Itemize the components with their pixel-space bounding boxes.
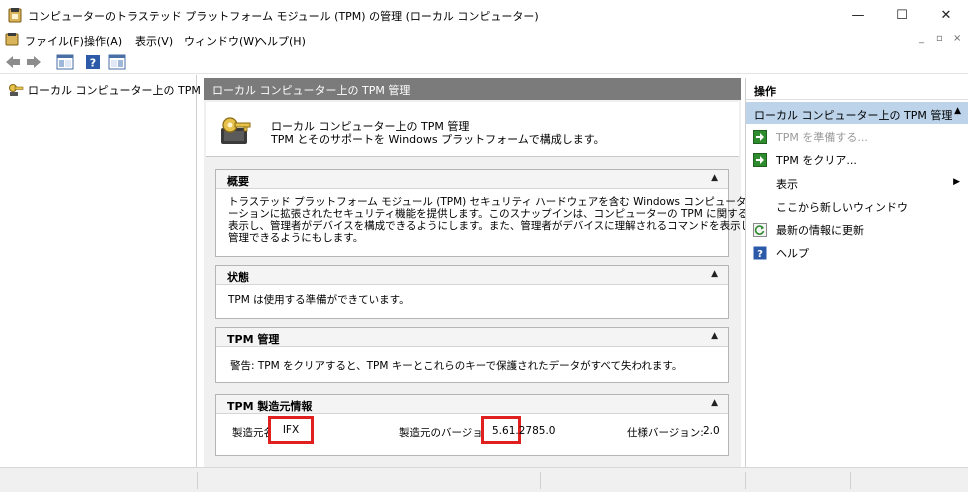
show-hide-action-pane-button[interactable]	[106, 53, 128, 71]
menu-file[interactable]: ファイル(F)	[25, 33, 84, 49]
tpm-management-title: TPM 管理	[227, 333, 280, 346]
action-label: 表示	[776, 178, 798, 191]
intro-panel: ローカル コンピューター上の TPM 管理 TPM とそのサポートを Windo…	[206, 102, 739, 157]
menu-bar: ファイル(F) 操作(A) 表示(V) ウィンドウ(W) ヘルプ(H) _ ▫ …	[0, 30, 968, 50]
tpm-key-icon	[9, 84, 24, 96]
collapse-icon[interactable]: ▲	[954, 106, 961, 116]
title-bar: コンピューターのトラステッド プラットフォーム モジュール (TPM) の管理 …	[0, 0, 968, 30]
overview-title: 概要	[227, 175, 249, 188]
tree-item-label: ローカル コンピューター上の TPM 管理	[28, 84, 227, 97]
minimize-icon: —	[851, 7, 865, 23]
toolbar: ?	[0, 50, 968, 74]
green-arrow-icon	[752, 152, 768, 168]
forward-button[interactable]	[25, 53, 43, 71]
green-arrow-icon	[752, 129, 768, 145]
action-clear-tpm[interactable]: TPM をクリア...	[752, 151, 964, 169]
tpm-clear-warning: 警告: TPM をクリアすると、TPM キーとこれらのキーで保護されたデータがす…	[230, 360, 683, 372]
action-label: ここから新しいウィンドウ	[776, 201, 908, 214]
show-hide-tree-button[interactable]	[54, 53, 76, 71]
action-label: TPM を準備する...	[776, 131, 868, 144]
close-icon: ✕	[940, 7, 952, 23]
minimize-button[interactable]: —	[836, 0, 880, 30]
manufacturer-section-header[interactable]: TPM 製造元情報 ▲	[216, 395, 728, 414]
help-toolbar-button[interactable]: ?	[84, 53, 102, 71]
actions-header: 操作	[746, 78, 968, 100]
results-pane: ローカル コンピューター上の TPM 管理 ローカル コンピューター上の TPM…	[204, 78, 809, 467]
overview-section: 概要 ▲ トラステッド プラットフォーム モジュール (TPM) セキュリティ …	[215, 169, 809, 257]
results-pane-body: ローカル コンピューター上の TPM 管理 TPM とそのサポートを Windo…	[204, 100, 809, 467]
action-view[interactable]: 表示 ▶	[752, 175, 964, 193]
mdi-restore-button[interactable]: ▫	[936, 33, 943, 44]
action-new-window[interactable]: ここから新しいウィンドウ	[752, 198, 964, 216]
action-pane-icon	[108, 54, 126, 70]
manufacturer-title: TPM 製造元情報	[227, 400, 313, 413]
console-tree-pane: ローカル コンピューター上の TPM 管理	[0, 75, 226, 467]
svg-text:?: ?	[757, 249, 763, 260]
manufacturer-name-value: IFX	[282, 424, 300, 436]
overview-line: 管理できるようにもします。	[228, 232, 364, 244]
forward-arrow-icon	[27, 56, 41, 68]
overview-line: トラステッド プラットフォーム モジュール (TPM) セキュリティ ハードウェ…	[228, 196, 810, 208]
help-icon: ?	[752, 245, 768, 261]
status-section-header[interactable]: 状態 ▲	[216, 266, 728, 285]
intro-description: TPM とそのサポートを Windows プラットフォームで構成します。	[271, 133, 605, 146]
overview-line: 表示し、管理者がデバイスを構成できるようにします。また、管理者がデバイスに理解さ…	[228, 220, 762, 232]
status-bar-divider	[850, 472, 851, 489]
tpm-management-section-header[interactable]: TPM 管理 ▲	[216, 328, 728, 347]
refresh-icon	[752, 222, 768, 238]
maximize-icon: ☐	[896, 7, 908, 23]
mdi-minimize-button[interactable]: _	[919, 33, 924, 44]
results-pane-header: ローカル コンピューター上の TPM 管理	[204, 78, 741, 100]
spec-version-value: 2.0	[703, 425, 720, 437]
action-help[interactable]: ? ヘルプ	[752, 244, 964, 262]
tpm-chip-key-icon	[218, 116, 254, 151]
collapse-icon[interactable]: ▲	[711, 173, 718, 183]
menu-action[interactable]: 操作(A)	[84, 33, 122, 49]
manufacturer-name-highlight: IFX	[268, 416, 314, 444]
status-bar-divider	[197, 472, 198, 489]
status-title: 状態	[227, 271, 249, 284]
collapse-icon[interactable]: ▲	[711, 331, 718, 341]
collapse-icon[interactable]: ▲	[711, 398, 718, 408]
collapse-icon[interactable]: ▲	[711, 269, 718, 279]
action-label: TPM をクリア...	[776, 154, 857, 167]
actions-pane: 操作 ローカル コンピューター上の TPM 管理 ▲ TPM を準備する... …	[745, 78, 968, 467]
menu-help[interactable]: ヘルプ(H)	[256, 33, 306, 49]
system-menu-icon[interactable]	[5, 32, 19, 49]
actions-section-label: ローカル コンピューター上の TPM 管理	[754, 109, 953, 122]
close-button[interactable]: ✕	[924, 0, 968, 30]
tree-item-tpm-management[interactable]: ローカル コンピューター上の TPM 管理	[6, 81, 228, 99]
action-label: ヘルプ	[776, 247, 809, 260]
back-button[interactable]	[4, 53, 22, 71]
overview-section-header[interactable]: 概要 ▲	[216, 170, 728, 189]
help-icon: ?	[86, 55, 100, 70]
menu-window[interactable]: ウィンドウ(W)	[184, 33, 258, 49]
status-bar-divider	[745, 472, 746, 489]
actions-section-header[interactable]: ローカル コンピューター上の TPM 管理 ▲	[746, 102, 968, 124]
manufacturer-section: TPM 製造元情報 ▲ 製造元名: IFX 製造元のバージョン: 5.61.27…	[215, 394, 729, 456]
status-section: 状態 ▲ TPM は使用する準備ができています。	[215, 265, 729, 319]
action-label: 最新の情報に更新	[776, 224, 864, 237]
back-arrow-icon	[6, 56, 20, 68]
status-bar	[0, 467, 968, 492]
manufacturer-version-value: 5.61.2785.0	[492, 425, 556, 437]
menu-view[interactable]: 表示(V)	[135, 33, 173, 49]
maximize-button[interactable]: ☐	[880, 0, 924, 30]
submenu-arrow-icon: ▶	[953, 177, 960, 187]
overview-line: ーションに拡張されたセキュリティ機能を提供します。このスナップインは、コンピュー…	[228, 208, 780, 220]
svg-text:?: ?	[90, 57, 96, 70]
status-text: TPM は使用する準備ができています。	[228, 294, 410, 306]
status-bar-divider	[540, 472, 541, 489]
console-tree-icon	[56, 54, 74, 70]
mdi-close-button[interactable]: ×	[953, 33, 961, 44]
spec-version-label: 仕様バージョン:	[627, 427, 704, 439]
tpm-management-section: TPM 管理 ▲ 警告: TPM をクリアすると、TPM キーとこれらのキーで保…	[215, 327, 729, 383]
tpm-app-icon	[8, 7, 22, 23]
window-title: コンピューターのトラステッド プラットフォーム モジュール (TPM) の管理 …	[28, 10, 539, 23]
action-prepare-tpm[interactable]: TPM を準備する...	[752, 128, 964, 146]
action-refresh[interactable]: 最新の情報に更新	[752, 221, 964, 239]
